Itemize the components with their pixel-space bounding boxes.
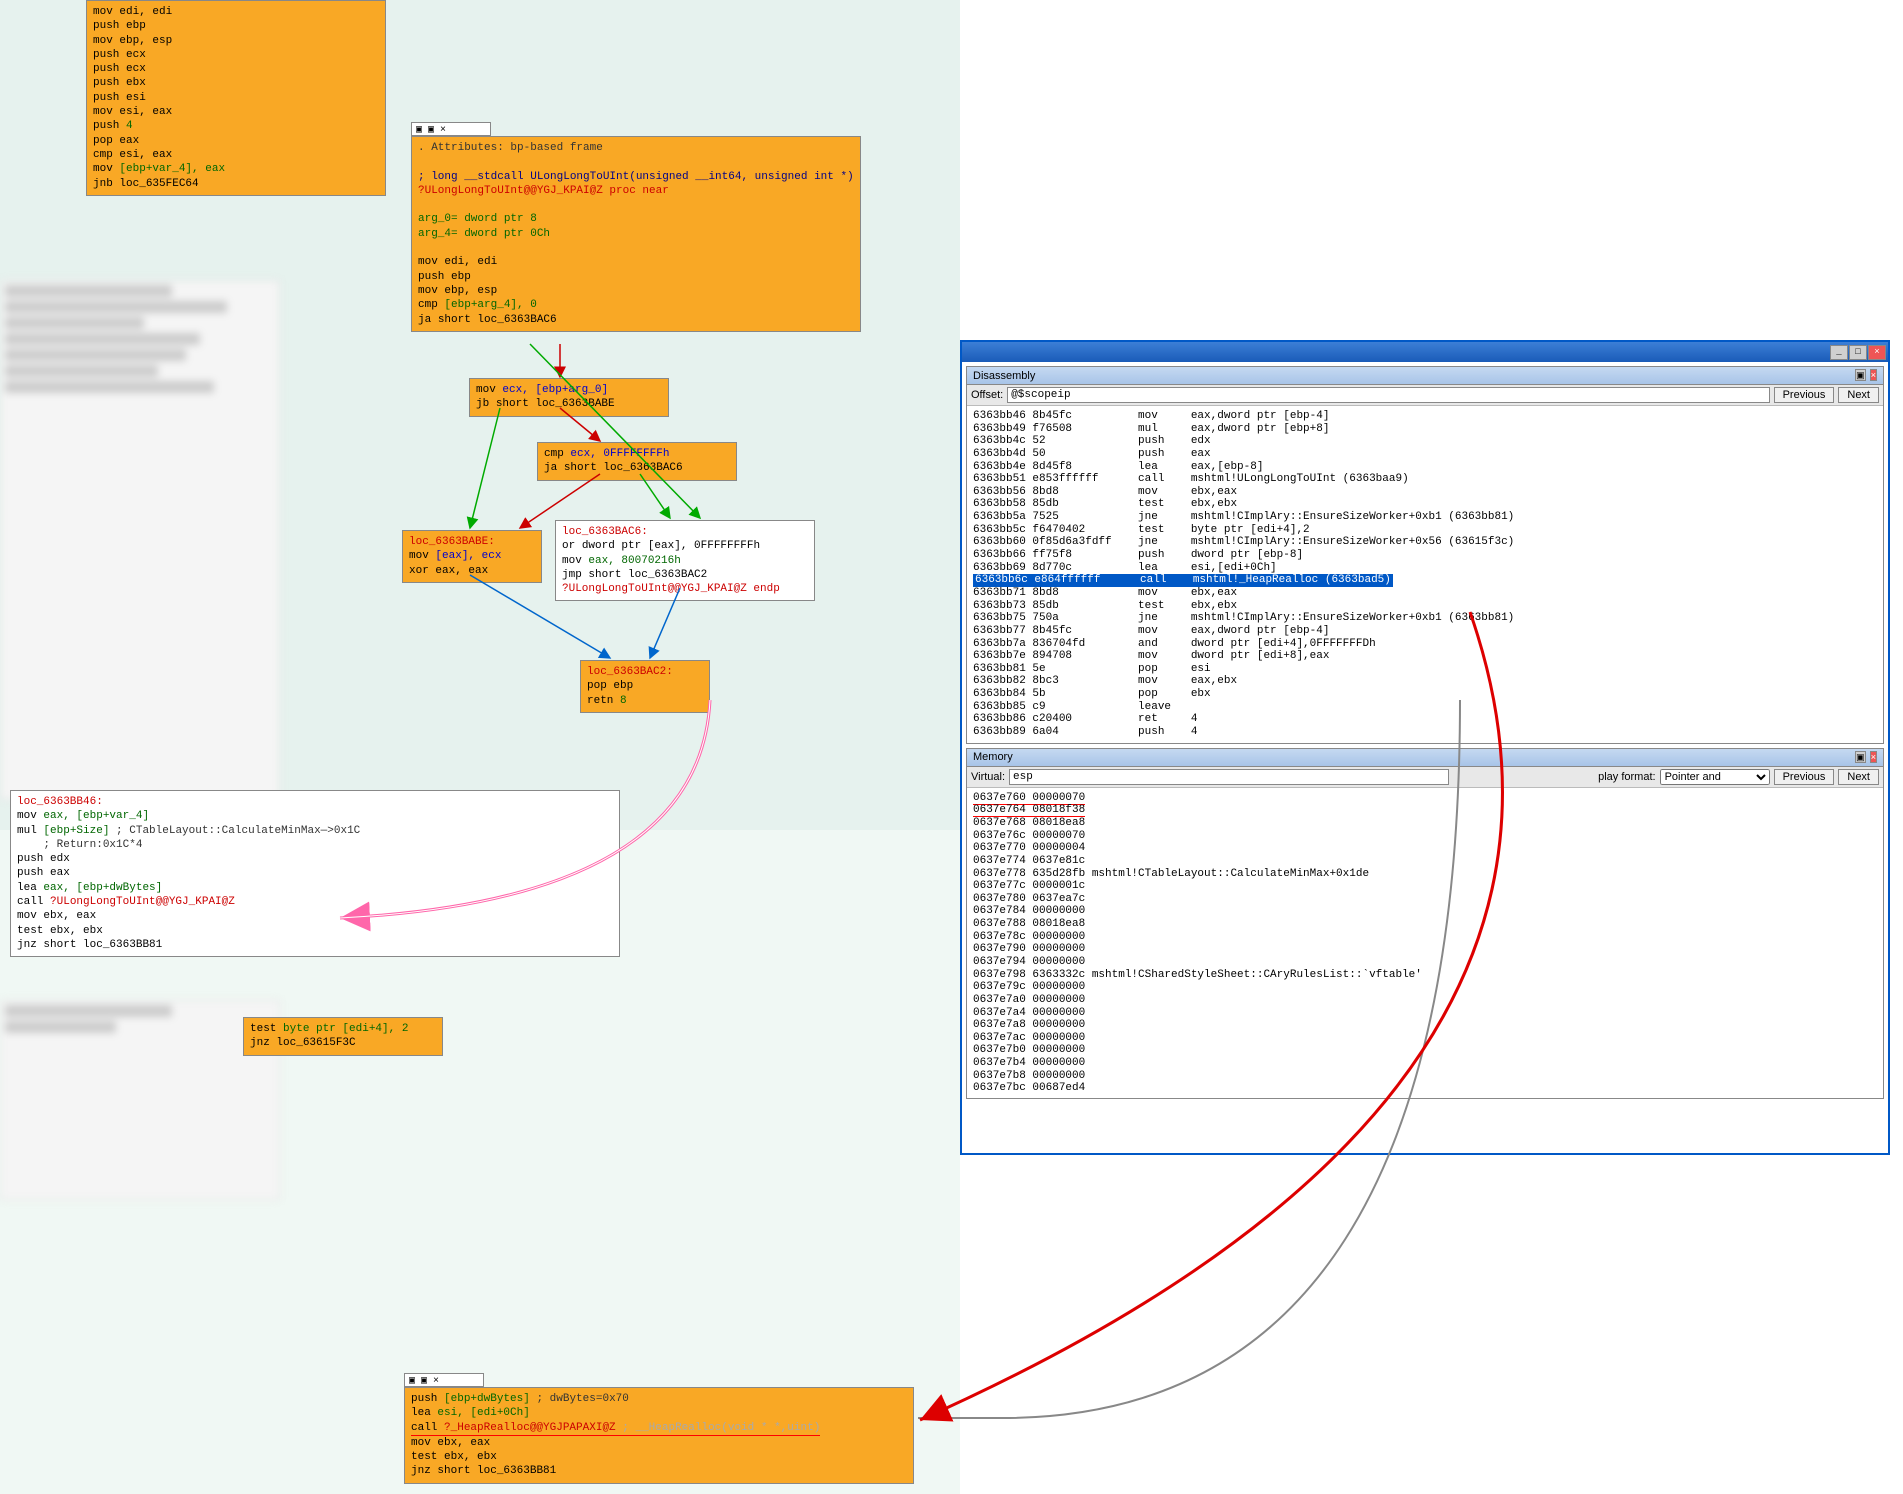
disassembly-body[interactable]: 6363bb46 8b45fc mov eax,dword ptr [ebp-4…: [967, 406, 1883, 743]
memory-header[interactable]: Memory ▣ ×: [967, 749, 1883, 767]
ida-block-j-title[interactable]: ▣ ▣ ×: [404, 1373, 484, 1387]
asm-line: mov: [93, 6, 113, 18]
panel-title: Disassembly: [973, 370, 1035, 382]
format-select[interactable]: Pointer and: [1660, 769, 1770, 785]
ida-block-a[interactable]: mov edi, edi push ebp mov ebp, esp push …: [86, 0, 386, 196]
panel-title: Memory: [973, 751, 1013, 763]
maximize-button[interactable]: □: [1849, 345, 1867, 360]
disassembly-header[interactable]: Disassembly ▣ ×: [967, 367, 1883, 385]
disasm-next-button[interactable]: Next: [1838, 387, 1879, 403]
ida-block-b[interactable]: . Attributes: bp-based frame ; long __st…: [411, 136, 861, 332]
disassembly-panel: Disassembly ▣ × Offset: Previous Next 63…: [966, 366, 1884, 744]
window-controls-icon: ▣ ▣ ×: [416, 125, 446, 136]
windbg-window[interactable]: _ □ × Disassembly ▣ × Offset: Previous N…: [960, 340, 1890, 1155]
panel-controls: ▣ ×: [1854, 369, 1877, 382]
format-label: play format:: [1598, 771, 1655, 783]
memory-bar: Virtual: play format: Pointer and Previo…: [967, 767, 1883, 788]
ida-block-h[interactable]: loc_6363BB46: mov eax, [ebp+var_4] mul […: [10, 790, 620, 957]
virtual-input[interactable]: [1009, 769, 1449, 785]
windbg-titlebar[interactable]: _ □ ×: [962, 342, 1888, 362]
virtual-label: Virtual:: [971, 771, 1005, 783]
ida-block-e[interactable]: loc_6363BABE: mov [eax], ecx xor eax, ea…: [402, 530, 542, 583]
ida-block-f[interactable]: loc_6363BAC6: or dword ptr [eax], 0FFFFF…: [555, 520, 815, 601]
ida-block-c[interactable]: mov ecx, [ebp+arg_0] jb short loc_6363BA…: [469, 378, 669, 417]
panel-pin-icon[interactable]: ▣: [1855, 751, 1866, 763]
panel-pin-icon[interactable]: ▣: [1855, 369, 1866, 381]
panel-close-icon[interactable]: ×: [1870, 751, 1877, 763]
offset-label: Offset:: [971, 389, 1003, 401]
ida-block-g[interactable]: loc_6363BAC2: pop ebp retn 8: [580, 660, 710, 713]
mem-prev-button[interactable]: Previous: [1774, 769, 1835, 785]
ida-block-d[interactable]: cmp ecx, 0FFFFFFFFh ja short loc_6363BAC…: [537, 442, 737, 481]
disasm-prev-button[interactable]: Previous: [1774, 387, 1835, 403]
memory-body[interactable]: 0637e760 000000700637e764 08018f380637e7…: [967, 788, 1883, 1098]
panel-controls: ▣ ×: [1854, 751, 1877, 764]
offset-bar: Offset: Previous Next: [967, 385, 1883, 406]
mem-next-button[interactable]: Next: [1838, 769, 1879, 785]
ida-block-j[interactable]: push [ebp+dwBytes] ; dwBytes=0x70 lea es…: [404, 1387, 914, 1484]
ida-block-b-title[interactable]: ▣ ▣ ×: [411, 122, 491, 136]
close-button[interactable]: ×: [1868, 345, 1886, 360]
minimize-button[interactable]: _: [1830, 345, 1848, 360]
panel-close-icon[interactable]: ×: [1870, 369, 1877, 381]
window-controls-icon: ▣ ▣ ×: [409, 1376, 439, 1387]
ida-block-i[interactable]: test byte ptr [edi+4], 2 jnz loc_63615F3…: [243, 1017, 443, 1056]
memory-panel: Memory ▣ × Virtual: play format: Pointer…: [966, 748, 1884, 1099]
offset-input[interactable]: [1007, 387, 1769, 403]
